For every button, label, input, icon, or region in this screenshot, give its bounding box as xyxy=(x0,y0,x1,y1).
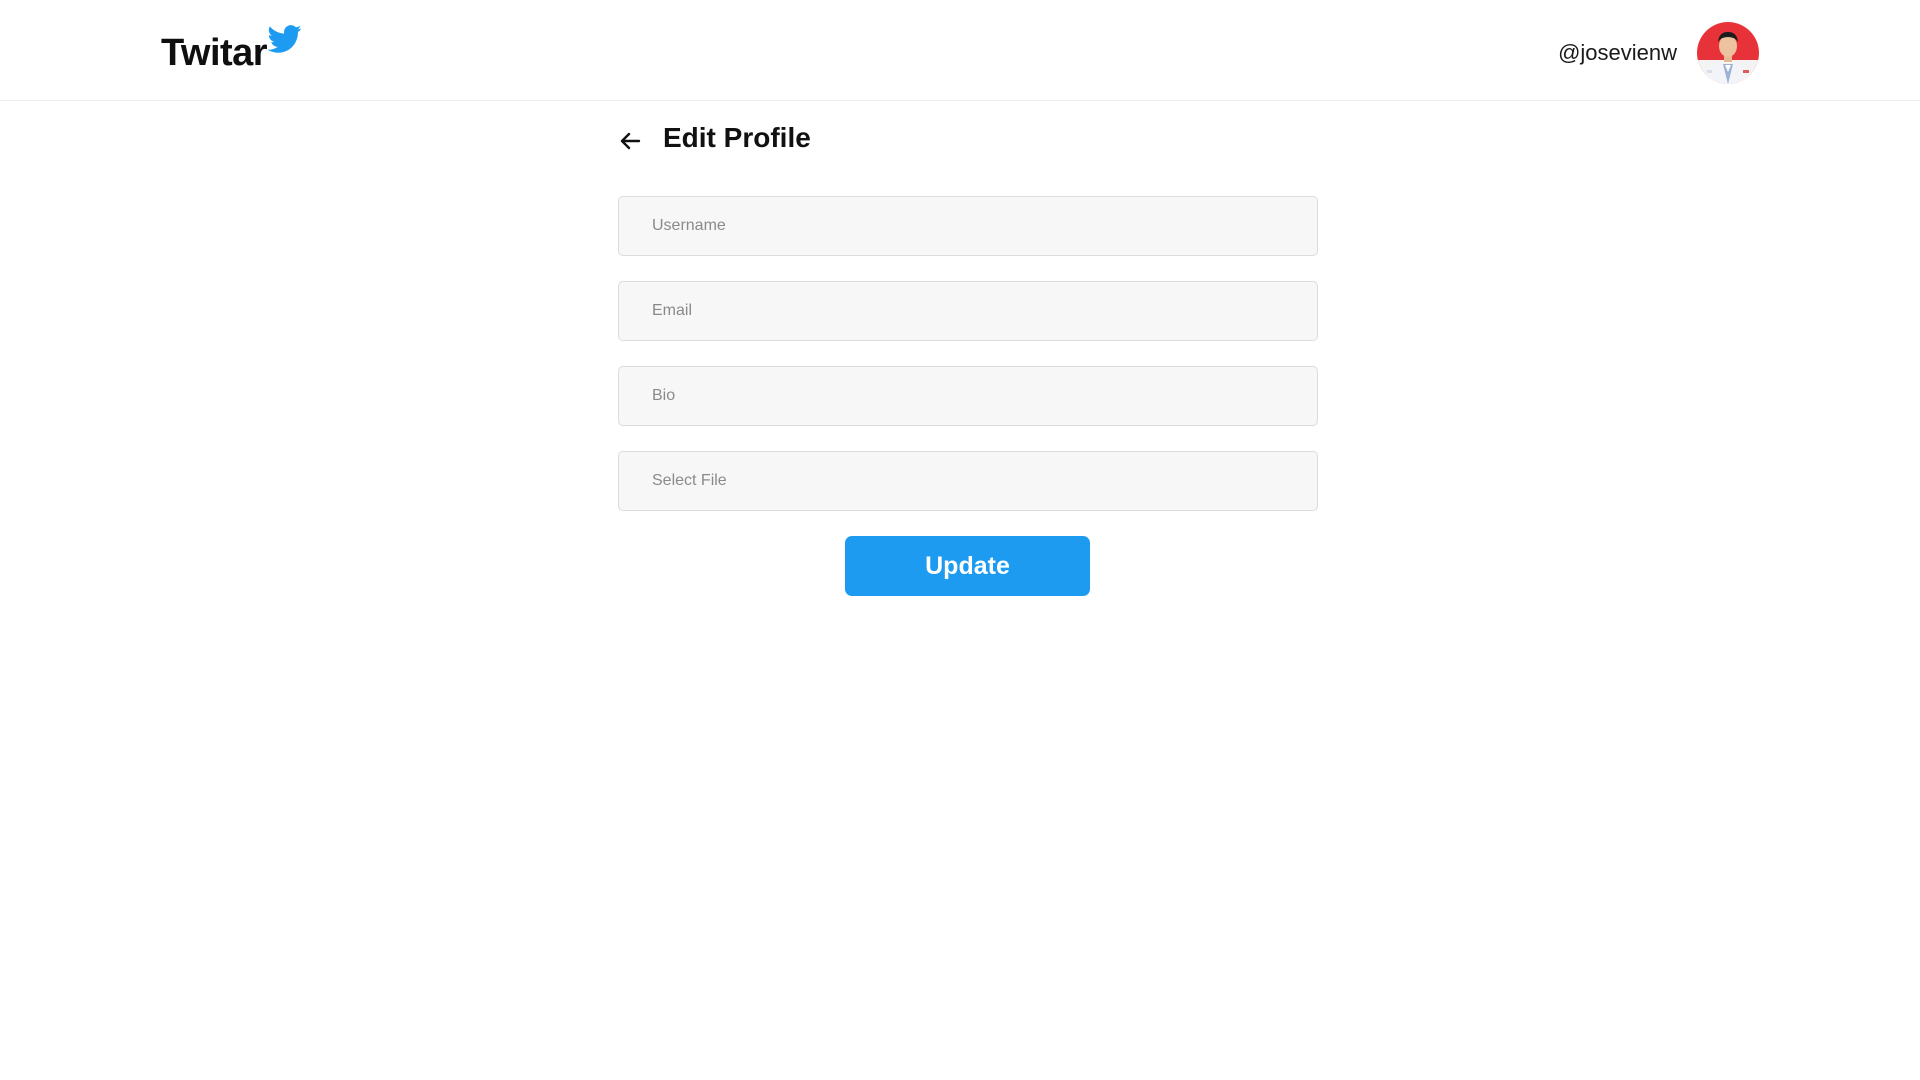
file-select-input[interactable]: Select File xyxy=(618,451,1318,511)
avatar-image xyxy=(1697,22,1759,84)
logo-text: Twitar xyxy=(161,32,268,74)
arrow-left-icon[interactable] xyxy=(618,129,642,153)
file-select-placeholder: Select File xyxy=(652,472,727,489)
email-input[interactable] xyxy=(618,281,1318,341)
avatar[interactable] xyxy=(1697,22,1759,84)
top-navbar: Twitar @josevienw xyxy=(0,0,1920,101)
page-header: Edit Profile xyxy=(618,120,1318,160)
bio-input[interactable] xyxy=(618,366,1318,426)
username-input[interactable] xyxy=(618,196,1318,256)
edit-profile-form: Edit Profile Select File Update xyxy=(618,120,1318,596)
bird-icon xyxy=(267,25,302,53)
user-handle[interactable]: @josevienw xyxy=(1558,40,1677,66)
update-button[interactable]: Update xyxy=(845,536,1090,596)
page-title: Edit Profile xyxy=(663,122,811,153)
